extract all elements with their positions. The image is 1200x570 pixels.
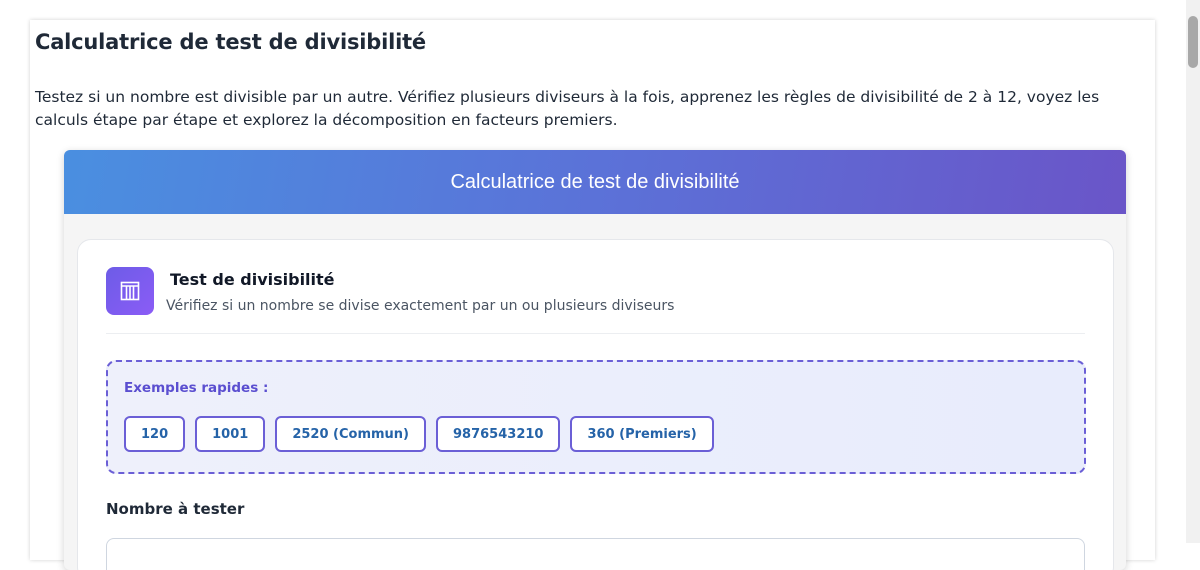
page-description: Testez si un nombre est divisible par un…: [35, 88, 1100, 129]
example-chip-120[interactable]: 120: [124, 416, 186, 452]
quick-examples-label: Exemples rapides :: [124, 380, 269, 396]
example-chip-9876543210[interactable]: 9876543210: [436, 416, 561, 452]
divisibility-card: Test de divisibilité Vérifiez si un nomb…: [77, 239, 1114, 570]
page-scrollbar[interactable]: [1186, 0, 1200, 543]
number-field-label: Nombre à tester: [106, 500, 245, 518]
example-chip-360[interactable]: 360 (Premiers): [570, 416, 714, 452]
card-title: Test de divisibilité: [170, 270, 335, 289]
widget-header: Calculatrice de test de divisibilité: [64, 150, 1126, 214]
example-chip-1001[interactable]: 1001: [195, 416, 266, 452]
card-divider: [106, 333, 1085, 334]
card-subtitle: Vérifiez si un nombre se divise exacteme…: [166, 298, 675, 314]
calculator-widget: Calculatrice de test de divisibilité Tes…: [64, 150, 1126, 570]
divider-grid-icon: [106, 267, 154, 315]
divider-grid-icon-glyph: [120, 281, 140, 301]
scrollbar-thumb[interactable]: [1188, 16, 1198, 68]
example-chip-2520[interactable]: 2520 (Commun): [275, 416, 426, 452]
quick-examples-box: Exemples rapides : 120 1001 2520 (Commun…: [106, 360, 1086, 474]
page-title: Calculatrice de test de divisibilité: [35, 30, 426, 54]
quick-examples-chips: 120 1001 2520 (Commun) 9876543210 360 (P…: [124, 416, 714, 452]
widget-header-title: Calculatrice de test de divisibilité: [450, 170, 740, 193]
page-content: Calculatrice de test de divisibilité Tes…: [30, 20, 1155, 570]
